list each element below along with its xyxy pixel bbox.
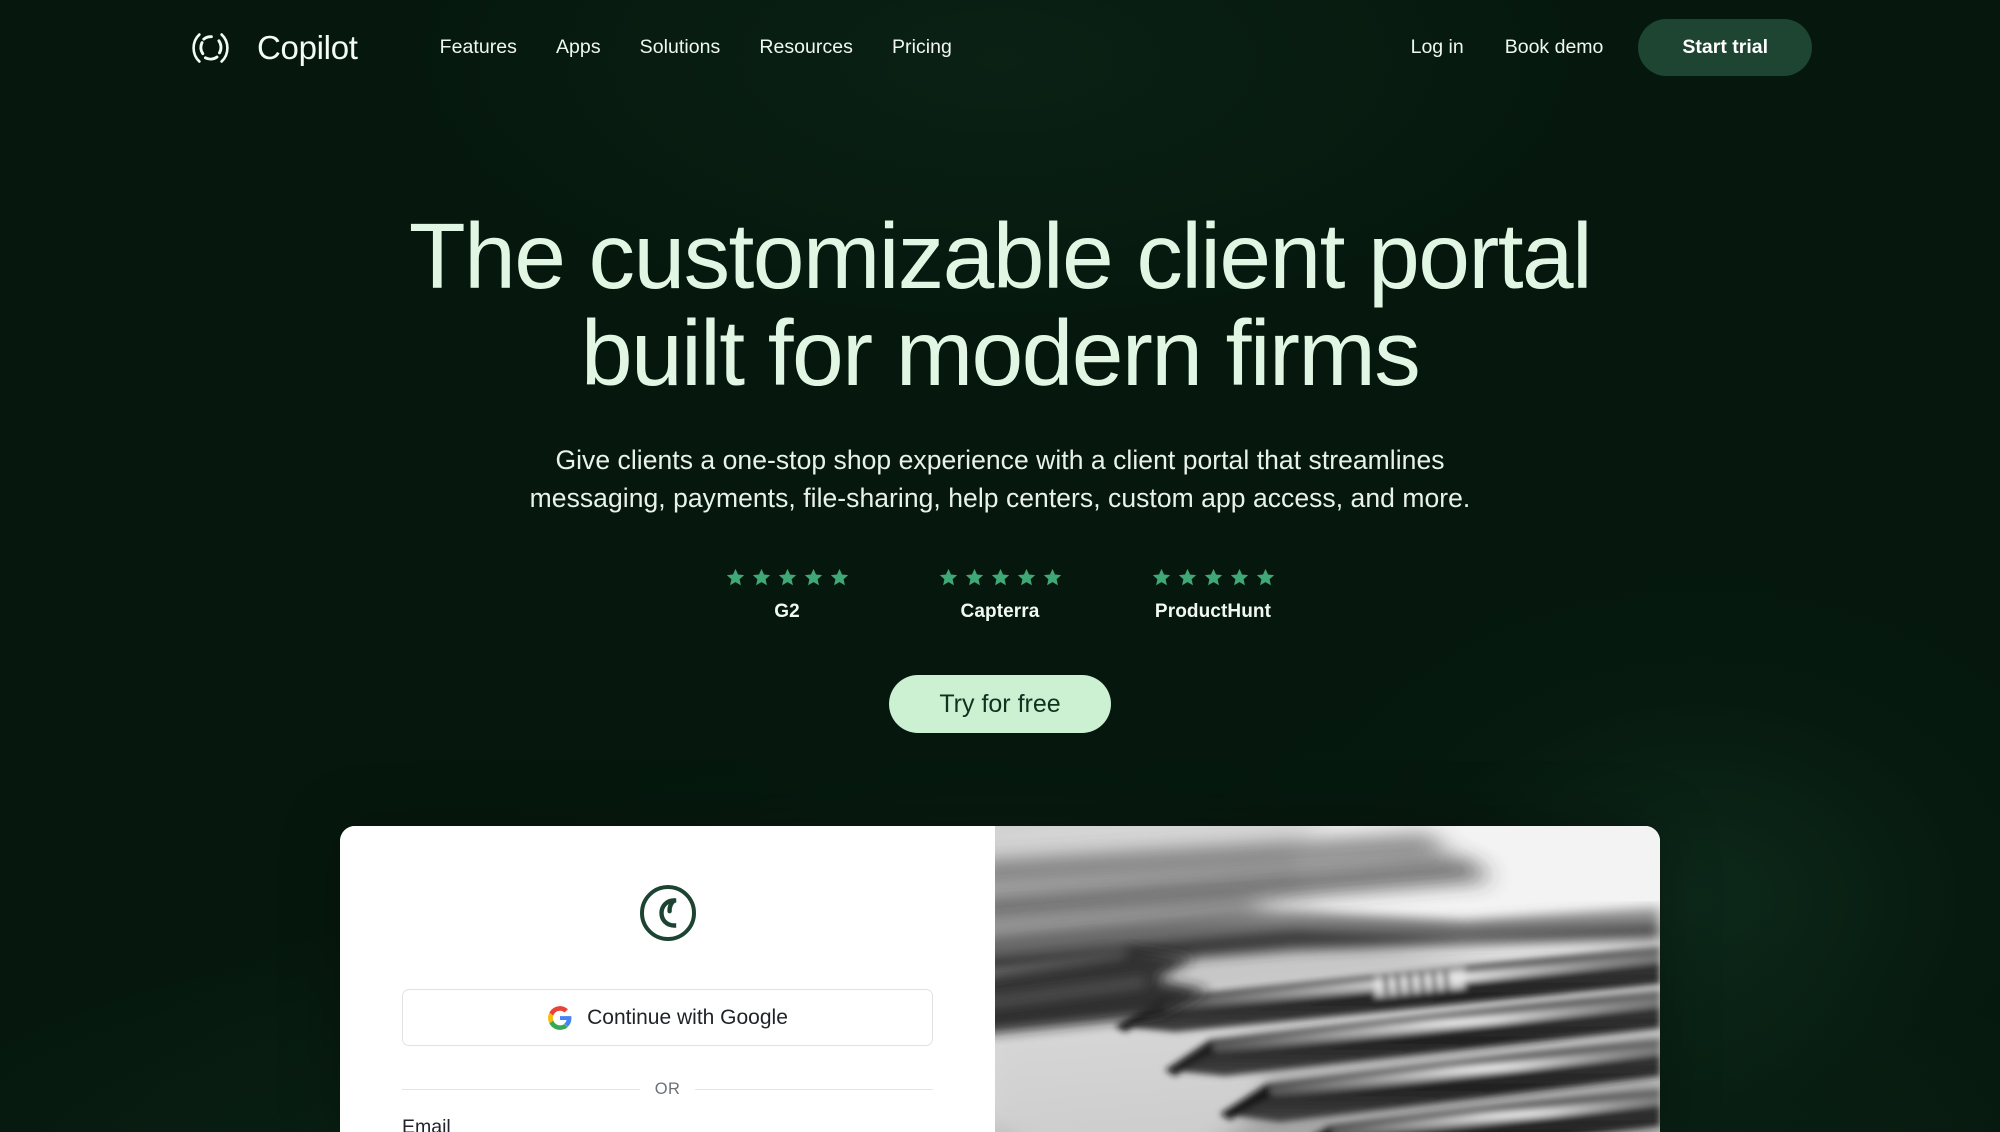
landing-page: Copilot Features Apps Solutions Resource… [0,0,2000,1132]
star-rating [1151,567,1276,588]
rating-label-g2: G2 [774,600,800,622]
star-icon [778,568,796,585]
card-photo-panel [995,826,1660,1132]
divider-line-left [402,1089,640,1090]
ratings-row: G2 Capterra ProductHunt [0,567,2000,623]
divider-label: OR [654,1080,681,1098]
star-icon [830,568,848,585]
rating-label-capterra: Capterra [960,600,1040,622]
hero-section: The customizable client portal built for… [0,0,2000,733]
hero-subtitle-line-1: Give clients a one-stop shop experience … [555,445,1445,476]
star-icon [1230,568,1248,585]
star-icon [965,568,983,585]
rating-producthunt: ProductHunt [1151,567,1276,623]
page-title-line-1: The customizable client portal [408,204,1593,308]
page-title-line-2: built for modern firms [580,301,1421,406]
star-rating [938,567,1063,588]
star-icon [1017,568,1035,585]
continue-with-google-button[interactable]: Continue with Google [402,989,933,1046]
star-icon [1178,568,1196,585]
star-icon [1043,568,1061,585]
star-icon [1204,568,1222,585]
star-rating [725,567,850,588]
try-for-free-button[interactable]: Try for free [889,674,1111,733]
google-button-label: Continue with Google [587,1005,788,1029]
star-icon [939,568,957,585]
star-icon [804,568,822,585]
hero-subtitle: Give clients a one-stop shop experience … [470,442,1530,517]
rating-g2: G2 [725,567,850,623]
signin-preview-card: Continue with Google OR Email [340,826,1660,1132]
or-divider: OR [402,1080,933,1099]
google-g-icon [548,1005,572,1030]
divider-line-right [695,1089,933,1090]
star-icon [726,568,744,585]
rating-capterra: Capterra [938,567,1063,623]
signin-form-panel: Continue with Google OR Email [340,826,995,1132]
page-title: The customizable client portal built for… [220,207,1780,406]
star-icon [991,568,1009,585]
card-logo-wrap [402,882,933,944]
star-icon [752,568,770,585]
pencils-photo [995,826,1660,1132]
star-icon [1256,568,1274,585]
star-icon [1152,568,1170,585]
email-field-label: Email [402,1116,451,1132]
copilot-circle-icon [639,885,696,941]
rating-label-producthunt: ProductHunt [1154,600,1272,622]
cta-row: Try for free [0,674,2000,733]
hero-subtitle-line-2: messaging, payments, file-sharing, help … [529,482,1471,513]
